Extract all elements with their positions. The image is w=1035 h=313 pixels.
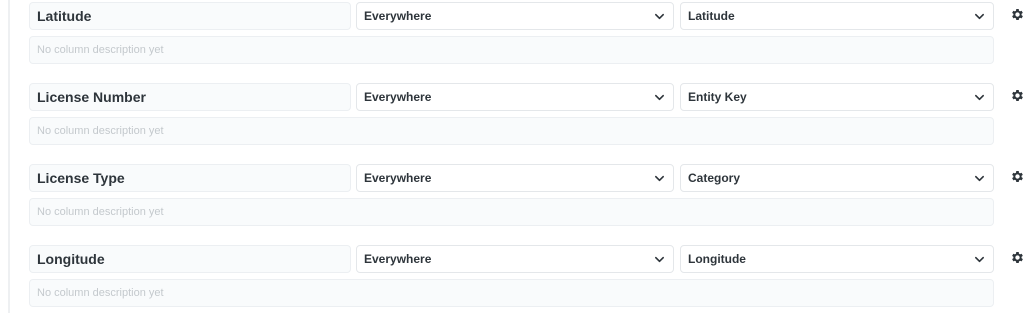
column-description-input[interactable] xyxy=(29,279,994,307)
chevron-down-icon xyxy=(975,256,984,263)
column-row: Everywhere Latitude xyxy=(0,0,1035,70)
chevron-down-icon xyxy=(975,13,984,20)
visibility-select-value: Everywhere xyxy=(364,171,432,185)
column-row: Everywhere Category xyxy=(0,162,1035,232)
semantic-type-select[interactable]: Entity Key xyxy=(680,83,994,111)
column-name-input[interactable] xyxy=(29,245,351,273)
semantic-type-select-value: Longitude xyxy=(688,252,746,266)
chevron-down-icon xyxy=(655,94,664,101)
column-row: Everywhere Entity Key xyxy=(0,81,1035,151)
semantic-type-select-value: Latitude xyxy=(688,9,735,23)
column-description-input[interactable] xyxy=(29,117,994,145)
column-name-input[interactable] xyxy=(29,2,351,30)
gear-icon[interactable] xyxy=(1010,250,1025,265)
visibility-select[interactable]: Everywhere xyxy=(356,245,674,273)
semantic-type-select[interactable]: Longitude xyxy=(680,245,994,273)
gear-icon[interactable] xyxy=(1010,7,1025,22)
semantic-type-select-value: Entity Key xyxy=(688,90,747,104)
column-row: Everywhere Longitude xyxy=(0,243,1035,313)
visibility-select-value: Everywhere xyxy=(364,90,432,104)
semantic-type-select[interactable]: Latitude xyxy=(680,2,994,30)
chevron-down-icon xyxy=(655,256,664,263)
column-description-input[interactable] xyxy=(29,36,994,64)
gear-icon[interactable] xyxy=(1010,169,1025,184)
visibility-select-value: Everywhere xyxy=(364,252,432,266)
column-description-input[interactable] xyxy=(29,198,994,226)
chevron-down-icon xyxy=(975,94,984,101)
column-metadata-list: Everywhere Latitude Everywhere Entity Ke… xyxy=(0,0,1035,313)
column-name-input[interactable] xyxy=(29,83,351,111)
visibility-select[interactable]: Everywhere xyxy=(356,164,674,192)
chevron-down-icon xyxy=(655,13,664,20)
chevron-down-icon xyxy=(975,175,984,182)
visibility-select-value: Everywhere xyxy=(364,9,432,23)
semantic-type-select-value: Category xyxy=(688,171,741,185)
visibility-select[interactable]: Everywhere xyxy=(356,83,674,111)
gear-icon[interactable] xyxy=(1010,88,1025,103)
column-name-input[interactable] xyxy=(29,164,351,192)
visibility-select[interactable]: Everywhere xyxy=(356,2,674,30)
chevron-down-icon xyxy=(655,175,664,182)
semantic-type-select[interactable]: Category xyxy=(680,164,994,192)
